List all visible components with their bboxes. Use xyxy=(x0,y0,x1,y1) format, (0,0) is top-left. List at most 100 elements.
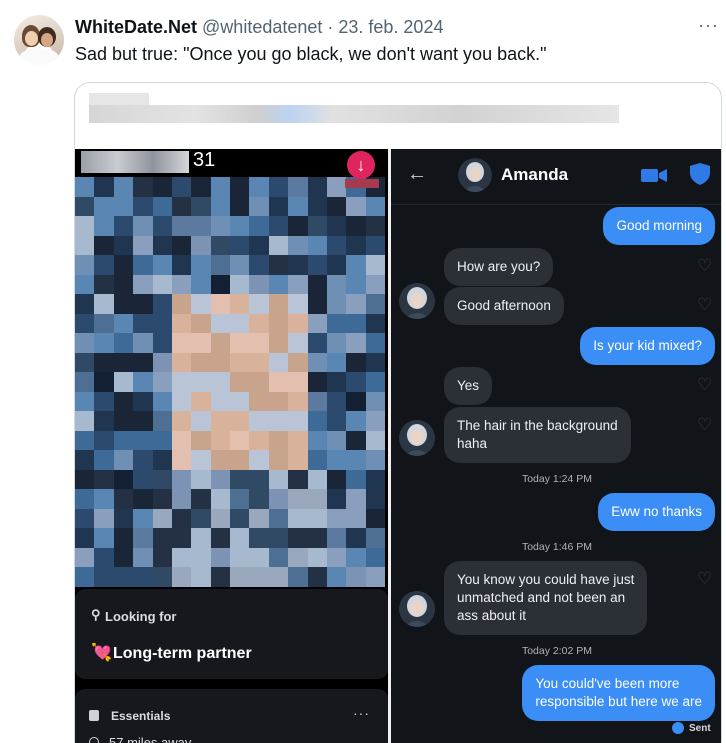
received-message[interactable]: You know you could have just unmatched an… xyxy=(444,561,648,635)
photo-pixel xyxy=(268,391,289,412)
photo-pixel xyxy=(346,235,366,256)
blurred-caption xyxy=(89,105,619,123)
photo-pixel xyxy=(171,567,192,587)
received-message[interactable]: The hair in the background haha xyxy=(444,407,631,463)
photo-pixel xyxy=(365,469,385,490)
photo-pixel xyxy=(171,430,192,451)
sent-message[interactable]: Good morning xyxy=(603,207,715,245)
photo-pixel xyxy=(152,196,172,217)
video-call-icon[interactable] xyxy=(641,168,667,183)
photo-pixel xyxy=(307,274,327,295)
download-icon[interactable]: ↓ xyxy=(347,151,375,179)
sent-message[interactable]: Eww no thanks xyxy=(598,493,715,531)
photo-pixel xyxy=(191,469,211,490)
photo-pixel xyxy=(133,313,153,334)
author-name[interactable]: WhiteDate.Net xyxy=(75,17,197,37)
like-heart-icon[interactable]: ♡ xyxy=(697,570,713,587)
looking-for-section: ⚲ Looking for 💘Long-term partner xyxy=(75,589,388,679)
photo-pixel xyxy=(346,274,366,295)
photo-pixel xyxy=(307,528,327,548)
photo-pixel xyxy=(75,430,95,451)
photo-pixel xyxy=(113,216,134,236)
photo-pixel xyxy=(113,547,134,568)
photo-pixel xyxy=(191,177,211,197)
photo-pixel xyxy=(268,489,289,509)
photo-pixel xyxy=(210,430,230,451)
photo-pixel xyxy=(75,274,95,295)
essentials-section: Essentials ··· 57 miles away xyxy=(75,689,388,743)
photo-pixel xyxy=(326,352,347,373)
photo-pixel xyxy=(249,313,269,334)
received-message[interactable]: Yes xyxy=(444,367,493,405)
like-heart-icon[interactable]: ♡ xyxy=(697,416,713,433)
photo-pixel xyxy=(75,372,95,392)
contact-name[interactable]: Amanda xyxy=(501,165,568,185)
photo-pixel xyxy=(230,235,250,256)
photo-pixel xyxy=(346,391,366,412)
photo-pixel xyxy=(230,489,250,509)
photo-pixel xyxy=(326,508,347,529)
photo-pixel xyxy=(113,235,134,256)
received-message[interactable]: How are you? xyxy=(444,248,554,286)
contact-avatar-small[interactable] xyxy=(399,591,435,627)
photo-pixel xyxy=(268,411,289,431)
like-heart-icon[interactable]: ♡ xyxy=(697,257,713,274)
more-horizontal-icon[interactable]: ··· xyxy=(353,705,370,721)
photo-pixel xyxy=(152,489,172,509)
photo-pixel xyxy=(249,469,269,490)
more-horizontal-icon[interactable]: ··· xyxy=(698,16,718,34)
photo-pixel xyxy=(191,430,211,451)
photo-pixel xyxy=(268,333,289,353)
received-message[interactable]: Good afternoon xyxy=(444,287,564,325)
photo-pixel xyxy=(210,235,230,256)
photo-pixel xyxy=(191,294,211,314)
looking-for-value-text: Long-term partner xyxy=(113,645,252,662)
looking-for-label-text: Looking for xyxy=(105,609,177,624)
photo-pixel xyxy=(288,196,308,217)
photo-pixel xyxy=(326,372,347,392)
photo-pixel xyxy=(171,255,192,275)
photo-pixel xyxy=(171,196,192,217)
photo-pixel xyxy=(113,177,134,197)
looking-for-label: ⚲ Looking for xyxy=(91,607,177,624)
photo-pixel xyxy=(75,294,95,314)
photo-pixel xyxy=(268,255,289,275)
photo-pixel xyxy=(249,508,269,529)
photo-pixel xyxy=(249,274,269,295)
like-heart-icon[interactable]: ♡ xyxy=(697,376,713,393)
photo-pixel xyxy=(288,469,308,490)
like-heart-icon[interactable]: ♡ xyxy=(697,296,713,313)
photo-pixel xyxy=(230,547,250,568)
photo-pixel xyxy=(113,508,134,529)
photo-pixel xyxy=(288,411,308,431)
photo-pixel xyxy=(171,450,192,470)
photo-pixel xyxy=(94,333,114,353)
back-arrow-icon[interactable]: ← xyxy=(407,163,427,186)
photo-pixel xyxy=(288,372,308,392)
author-meta[interactable]: @whitedatenet · 23. feb. 2024 xyxy=(202,17,443,37)
photo-pixel xyxy=(326,489,347,509)
photo-pixel xyxy=(249,528,269,548)
photo-pixel xyxy=(133,547,153,568)
sent-message[interactable]: Is your kid mixed? xyxy=(580,327,715,365)
photo-pixel xyxy=(191,391,211,412)
author-avatar[interactable] xyxy=(14,15,64,65)
photo-pixel xyxy=(268,450,289,470)
contact-avatar-small[interactable] xyxy=(399,283,435,319)
photo-pixel xyxy=(326,313,347,334)
tweet-media-card[interactable]: 31 ↓ ⚲ Looking for 💘Long-term partner Es… xyxy=(74,82,722,743)
shield-icon[interactable] xyxy=(690,163,710,185)
photo-pixel xyxy=(171,489,192,509)
photo-pixel xyxy=(210,489,230,509)
photo-pixel xyxy=(75,547,95,568)
distance-text: 57 miles away xyxy=(109,735,192,743)
chat-screenshot: 31 ↓ ⚲ Looking for 💘Long-term partner Es… xyxy=(75,149,721,743)
contact-avatar[interactable] xyxy=(458,158,492,192)
photo-pixel xyxy=(268,177,289,197)
contact-avatar-small[interactable] xyxy=(399,420,435,456)
sent-message[interactable]: You could've been more responsible but he… xyxy=(522,665,715,721)
photo-pixel xyxy=(133,235,153,256)
photo-pixel xyxy=(152,547,172,568)
photo-pixel xyxy=(152,333,172,353)
photo-pixel xyxy=(113,352,134,373)
